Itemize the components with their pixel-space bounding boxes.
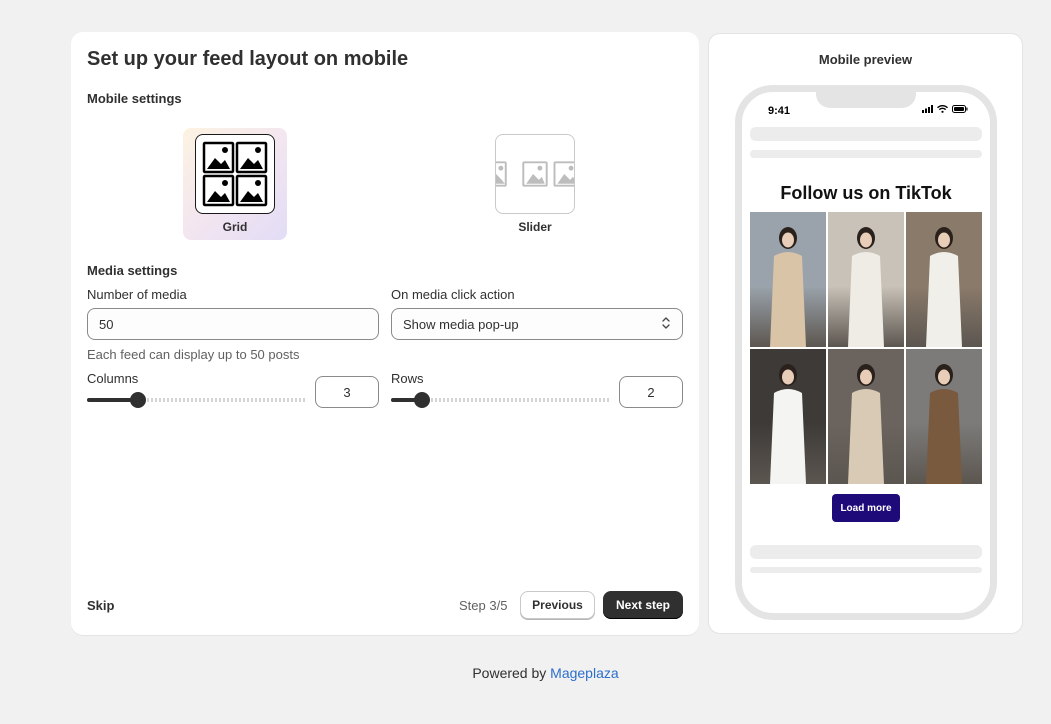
click-action-select[interactable]: Show media pop-up (391, 308, 683, 340)
step-indicator: Step 3/5 (459, 598, 508, 613)
layout-option-slider[interactable]: Slider (483, 128, 587, 240)
skeleton-bar (750, 567, 982, 573)
layout-label-grid: Grid (222, 220, 248, 234)
number-of-media-label: Number of media (87, 287, 187, 302)
select-chevron-icon (661, 316, 671, 333)
mageplaza-link[interactable]: Mageplaza (550, 665, 619, 681)
columns-slider-thumb[interactable] (130, 392, 146, 408)
skeleton-bar (750, 150, 982, 158)
mobile-preview-title: Mobile preview (818, 52, 913, 67)
woman-beige-trench-photo[interactable] (828, 349, 904, 484)
setup-card: Set up your feed layout on mobile Mobile… (71, 32, 699, 635)
rows-label: Rows (391, 371, 424, 386)
footer-prefix: Powered by (472, 665, 547, 681)
number-of-media-input[interactable] (87, 308, 379, 340)
wifi-icon (937, 105, 948, 113)
columns-value-box[interactable]: 3 (315, 376, 379, 408)
skip-link[interactable]: Skip (87, 598, 114, 613)
load-more-button[interactable]: Load more (832, 494, 900, 522)
skeleton-bar (750, 127, 982, 141)
rows-value-box[interactable]: 2 (619, 376, 683, 408)
grid-layout-icon (195, 134, 275, 214)
layout-label-slider: Slider (518, 220, 552, 234)
page-title: Set up your feed layout on mobile (87, 48, 409, 70)
woman-beige-jumpsuit-photo[interactable] (750, 212, 826, 347)
click-action-value: Show media pop-up (403, 316, 519, 332)
next-step-button[interactable]: Next step (603, 591, 683, 619)
footer: Powered by Mageplaza (0, 665, 1051, 681)
phone-notch (816, 92, 916, 108)
slider-layout-icon (495, 134, 575, 214)
feed-title: Follow us on TikTok (780, 183, 952, 203)
signal-icon (922, 105, 933, 113)
phone-frame: 9:41 Follow us on TikTok Load more (735, 85, 997, 620)
layout-option-grid[interactable]: Grid (183, 128, 287, 240)
rows-slider[interactable] (391, 392, 611, 408)
status-time: 9:41 (768, 105, 791, 117)
battery-icon (952, 105, 968, 113)
mobile-settings-title: Mobile settings (87, 91, 182, 106)
feed-photo-grid (750, 212, 982, 484)
rows-slider-thumb[interactable] (414, 392, 430, 408)
status-icons (922, 105, 968, 113)
woman-white-dress-photo[interactable] (828, 212, 904, 347)
columns-slider[interactable] (87, 392, 307, 408)
click-action-label: On media click action (391, 287, 515, 302)
previous-button[interactable]: Previous (520, 591, 595, 619)
columns-label: Columns (87, 371, 139, 386)
woman-white-blazer-photo[interactable] (750, 349, 826, 484)
woman-brown-coat-photo[interactable] (906, 349, 982, 484)
woman-black-top-white-pants-photo[interactable] (906, 212, 982, 347)
mobile-preview-card: Mobile preview 9:41 Follow us on TikTok (708, 33, 1023, 634)
number-of-media-help: Each feed can display up to 50 posts (87, 347, 300, 362)
media-settings-title: Media settings (87, 263, 178, 278)
skeleton-bar (750, 545, 982, 559)
